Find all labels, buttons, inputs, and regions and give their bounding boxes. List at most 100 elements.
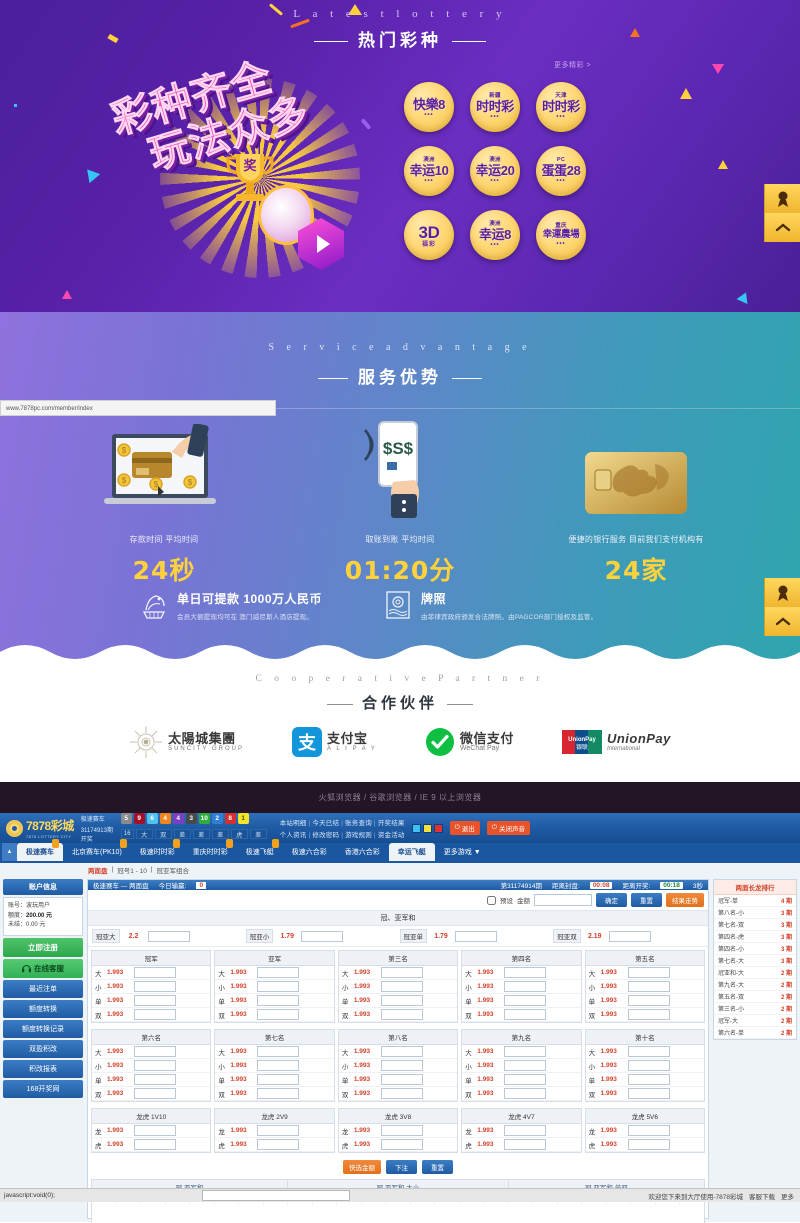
bet-input[interactable]	[257, 1046, 300, 1057]
bet-input[interactable]	[627, 981, 670, 992]
history-button[interactable]: 结果走势	[666, 893, 704, 907]
tab-jisushishicai[interactable]: 极速时时彩	[131, 839, 184, 861]
bet-input[interactable]	[627, 1074, 670, 1085]
sidebar-item-transfer-log[interactable]: 额度转换记录	[3, 1019, 83, 1038]
bet-input[interactable]	[147, 930, 190, 942]
register-button[interactable]: 立即注册	[3, 937, 83, 957]
bet-input[interactable]	[257, 1125, 300, 1136]
header-link[interactable]: 今天已结	[312, 820, 339, 827]
sidebar-item-reports[interactable]: 积改报表	[3, 1059, 83, 1078]
bet-input[interactable]	[134, 1074, 176, 1085]
lottery-badge[interactable]: 新疆 时时彩 •••	[470, 82, 520, 132]
bet-input[interactable]	[504, 995, 547, 1006]
bet-input[interactable]	[455, 930, 497, 942]
sidebar-item-168-site[interactable]: 168开奖网	[3, 1079, 83, 1098]
confirm-button[interactable]: 确定	[596, 893, 627, 907]
mute-button[interactable]: ⏻ 关闭声音	[486, 821, 530, 835]
clear-bet-button[interactable]: 重置	[422, 1160, 453, 1174]
bet-input[interactable]	[627, 1139, 670, 1150]
tab-jisufeiting[interactable]: 极速飞艇	[237, 839, 283, 861]
breadcrumb-item[interactable]: 冠亚军组合	[157, 865, 190, 875]
bet-input[interactable]	[134, 981, 176, 992]
partner-logo-suncity[interactable]: 太陽城集團 SUNCITY GROUP	[129, 725, 244, 759]
bet-input[interactable]	[301, 930, 344, 942]
sidebar-item-recent-bets[interactable]: 最近注单	[3, 979, 83, 998]
bet-input[interactable]	[627, 967, 670, 978]
bet-input[interactable]	[627, 995, 670, 1006]
partner-logo-unionpay[interactable]: UnionPay 银联 UnionPay International	[561, 730, 671, 754]
lottery-badge[interactable]: 快樂8 •••	[404, 82, 454, 132]
breadcrumb-item[interactable]: 冠号1 - 10	[117, 865, 147, 875]
tabs-collapse-button[interactable]: ▲	[2, 843, 17, 861]
lottery-badge[interactable]: 澳洲 幸运10 •••	[404, 146, 454, 196]
sidebar-item-profit-settings[interactable]: 双盈积改	[3, 1039, 83, 1058]
bet-input[interactable]	[380, 1125, 423, 1136]
logout-button[interactable]: ⏻ 退出	[449, 821, 480, 835]
swatch-cyan[interactable]	[411, 823, 421, 833]
header-link[interactable]: 游戏规则	[345, 832, 372, 839]
bet-input[interactable]	[504, 1125, 547, 1136]
bet-input[interactable]	[257, 995, 300, 1006]
bet-input[interactable]	[504, 1074, 547, 1085]
place-bet-button[interactable]: 下注	[386, 1160, 417, 1174]
side-tab-award-2[interactable]	[764, 578, 800, 607]
bet-input[interactable]	[134, 1046, 176, 1057]
bet-input[interactable]	[504, 1046, 547, 1057]
partner-logo-wechatpay[interactable]: 微信支付 WeChat Pay	[425, 727, 514, 757]
tab-xingyunfeiting[interactable]: 幸运飞艇	[388, 843, 435, 861]
bet-input[interactable]	[380, 1088, 423, 1099]
bet-input[interactable]	[257, 1009, 300, 1020]
bet-input[interactable]	[134, 995, 176, 1006]
tab-chongqingshishicai[interactable]: 重庆时时彩	[184, 839, 237, 861]
bet-input[interactable]	[504, 981, 547, 992]
side-tab-up[interactable]	[764, 213, 800, 242]
bet-input[interactable]	[257, 1139, 300, 1150]
swatch-red[interactable]	[433, 823, 443, 833]
side-tab-award[interactable]	[764, 184, 800, 213]
more-link[interactable]: 更多精彩 >	[554, 60, 591, 70]
lottery-badge[interactable]: 天津 时时彩 •••	[536, 82, 586, 132]
bet-input[interactable]	[257, 967, 300, 978]
tab-xianggangliuhecai[interactable]: 香港六合彩	[336, 843, 389, 861]
tab-jisuliuhecai[interactable]: 极速六合彩	[283, 843, 336, 861]
breadcrumb-current[interactable]: 两面盘	[88, 865, 108, 875]
bet-input[interactable]	[134, 1060, 176, 1071]
bet-input[interactable]	[380, 1139, 423, 1150]
bet-input[interactable]	[257, 1088, 300, 1099]
sidebar-item-credit-transfer[interactable]: 额度转换	[3, 999, 83, 1018]
bet-input[interactable]	[134, 967, 176, 978]
status-input-field[interactable]	[202, 1190, 350, 1201]
header-link[interactable]: 开奖结果	[378, 820, 405, 827]
status-download-link[interactable]: 客服下载	[749, 1191, 781, 1201]
bet-input[interactable]	[504, 967, 547, 978]
bet-input[interactable]	[504, 1009, 547, 1020]
quick-amount-button[interactable]: 快选金额	[343, 1160, 381, 1174]
bet-input[interactable]	[134, 1009, 176, 1020]
lottery-badge[interactable]: 重庆 幸運農場 •••	[536, 210, 586, 260]
bet-input[interactable]	[504, 1060, 547, 1071]
partner-logo-alipay[interactable]: 支 支付宝 A L I P A Y	[292, 727, 377, 757]
bet-input[interactable]	[134, 1125, 176, 1136]
bet-input[interactable]	[627, 1046, 670, 1057]
lottery-badge[interactable]: 澳洲 幸运8 •••	[470, 210, 520, 260]
header-link[interactable]: 个人资讯	[280, 832, 307, 839]
reset-button[interactable]: 重置	[631, 893, 662, 907]
bet-input[interactable]	[627, 1060, 670, 1071]
bet-input[interactable]	[627, 1009, 670, 1020]
preset-checkbox[interactable]	[487, 895, 496, 905]
tab-beijingpk10[interactable]: 北京赛车(PK10)	[63, 839, 131, 861]
bet-input[interactable]	[380, 981, 423, 992]
swatch-yellow[interactable]	[422, 823, 432, 833]
bet-input[interactable]	[257, 1074, 300, 1085]
lottery-badge[interactable]: PC 蛋蛋28 •••	[536, 146, 586, 196]
bet-input[interactable]	[627, 1088, 670, 1099]
lottery-badge[interactable]: 3D 福彩	[404, 210, 454, 260]
lottery-badge[interactable]: 澳洲 幸运20 •••	[470, 146, 520, 196]
brand-logo[interactable]: 7878彩城 7878 LOTTERY CITY	[6, 817, 74, 839]
tab-jisusaiche[interactable]: 极速赛车	[17, 839, 63, 861]
bet-input[interactable]	[380, 1060, 423, 1071]
bet-input[interactable]	[257, 1060, 300, 1071]
bet-input[interactable]	[257, 981, 300, 992]
bet-input[interactable]	[380, 1074, 423, 1085]
side-tab-up-2[interactable]	[764, 607, 800, 636]
